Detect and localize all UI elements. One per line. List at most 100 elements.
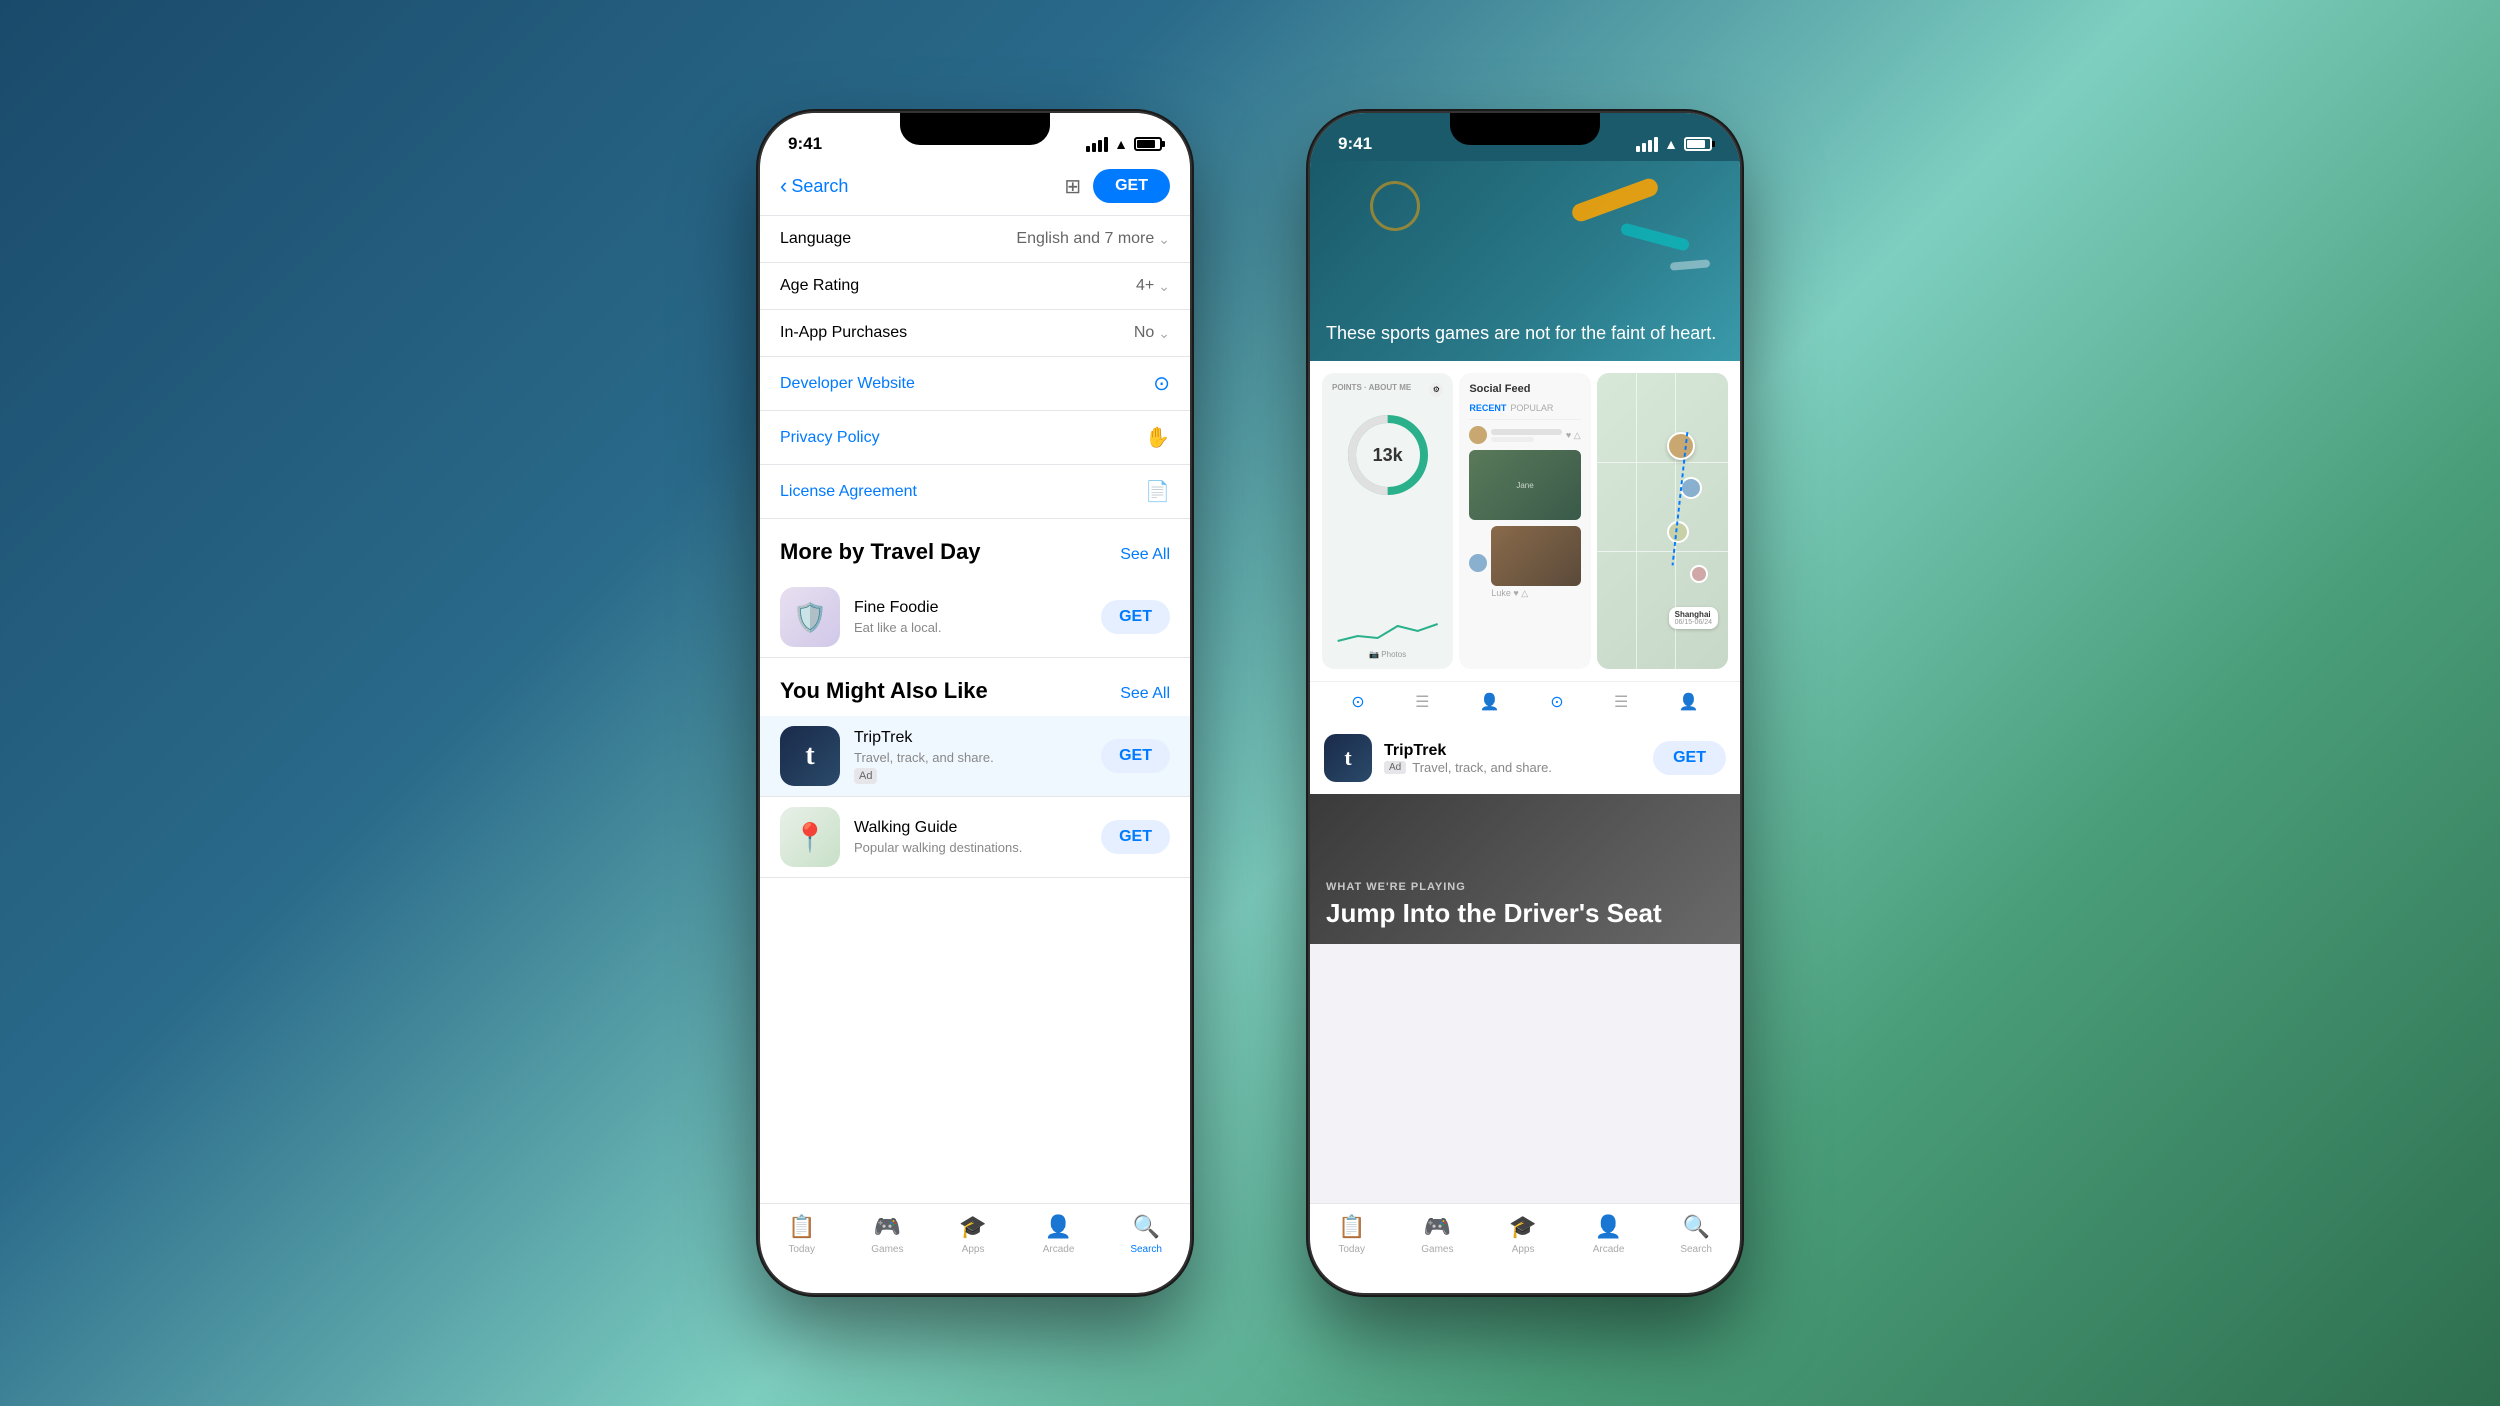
- wifi-icon-right: ▲: [1664, 136, 1678, 152]
- nav-icons: ⊞ GET: [1064, 169, 1170, 203]
- walking-guide-item: 📍 Walking Guide Popular walking destinat…: [760, 797, 1190, 878]
- wifi-icon: ▲: [1114, 136, 1128, 152]
- also-like-section: You Might Also Like See All t TripTrek T…: [760, 658, 1190, 878]
- tab-apps[interactable]: 🎓 Apps: [959, 1214, 986, 1255]
- right-apps-icon: 🎓: [1509, 1214, 1536, 1240]
- screenshot-tab-2: ☰: [1415, 692, 1429, 712]
- back-button[interactable]: ‹ Search: [780, 173, 848, 199]
- status-icons-left: ▲: [1086, 136, 1162, 152]
- today-icon: 📋: [788, 1214, 815, 1240]
- tab-today[interactable]: 📋 Today: [788, 1214, 815, 1255]
- privacy-policy-link[interactable]: Privacy Policy ✋: [760, 411, 1190, 465]
- more-see-all[interactable]: See All: [1120, 546, 1170, 564]
- chevron-icon: ⌄: [1158, 231, 1170, 248]
- right-tab-today[interactable]: 📋 Today: [1338, 1214, 1365, 1255]
- search-label: Search: [1130, 1244, 1162, 1255]
- promo-app-icon: t: [1324, 734, 1372, 782]
- arcade-icon: 👤: [1045, 1214, 1072, 1240]
- links-section: Developer Website ⊙ Privacy Policy ✋ Lic…: [760, 357, 1190, 519]
- fine-foodie-get-button[interactable]: GET: [1101, 600, 1170, 634]
- in-app-label: In-App Purchases: [780, 324, 907, 342]
- triptrek-desc: Travel, track, and share.: [854, 750, 1087, 765]
- license-agreement-link[interactable]: License Agreement 📄: [760, 465, 1190, 519]
- sport-deco-1: [1570, 176, 1661, 224]
- back-arrow-icon: ‹: [780, 173, 787, 199]
- hero-description: These sports games are not for the faint…: [1326, 322, 1716, 345]
- screenshot-frame-3: Shanghai 06/15-06/24: [1597, 373, 1728, 669]
- age-rating-row[interactable]: Age Rating 4+ ⌄: [760, 263, 1190, 310]
- right-content: These sports games are not for the faint…: [1310, 161, 1740, 1203]
- in-app-value: No ⌄: [1134, 324, 1170, 342]
- license-agreement-label: License Agreement: [780, 483, 917, 501]
- triptrek-info: TripTrek Travel, track, and share. Ad: [854, 729, 1087, 784]
- in-app-purchases-row[interactable]: In-App Purchases No ⌄: [760, 310, 1190, 357]
- age-rating-label: Age Rating: [780, 277, 859, 295]
- promo-ad-badge: Ad: [1384, 761, 1406, 774]
- sport-deco-3: [1370, 181, 1420, 231]
- right-apps-label: Apps: [1512, 1244, 1535, 1255]
- time-right: 9:41: [1338, 134, 1372, 154]
- fine-foodie-item: 🛡️ Fine Foodie Eat like a local. GET: [760, 577, 1190, 658]
- notch: [900, 113, 1050, 145]
- right-games-icon: 🎮: [1424, 1214, 1451, 1240]
- screenshot-tab-3: 👤: [1480, 692, 1500, 712]
- sport-deco-2: [1620, 222, 1691, 252]
- chevron-icon-2: ⌄: [1158, 278, 1170, 295]
- apps-icon: 🎓: [959, 1214, 986, 1240]
- fine-foodie-name: Fine Foodie: [854, 599, 1087, 617]
- walking-guide-get-button[interactable]: GET: [1101, 820, 1170, 854]
- battery-icon-right: [1684, 137, 1712, 151]
- screenshot-tab-6: 👤: [1679, 692, 1699, 712]
- chevron-icon-3: ⌄: [1158, 325, 1170, 342]
- hero-text: These sports games are not for the faint…: [1326, 322, 1716, 345]
- status-icons-right: ▲: [1636, 136, 1712, 152]
- right-tab-bar: 📋 Today 🎮 Games 🎓 Apps 👤 Arcade 🔍 Search: [1310, 1203, 1740, 1293]
- right-tab-search[interactable]: 🔍 Search: [1680, 1214, 1712, 1255]
- hand-icon: ✋: [1145, 425, 1170, 450]
- language-row[interactable]: Language English and 7 more ⌄: [760, 216, 1190, 263]
- age-rating-value: 4+ ⌄: [1136, 277, 1170, 295]
- left-tab-bar: 📋 Today 🎮 Games 🎓 Apps 👤 Arcade 🔍 Search: [760, 1203, 1190, 1293]
- notch-right: [1450, 113, 1600, 145]
- also-like-see-all[interactable]: See All: [1120, 685, 1170, 703]
- promo-ad-row: Ad Travel, track, and share.: [1384, 760, 1641, 775]
- promo-info: TripTrek Ad Travel, track, and share.: [1384, 742, 1641, 775]
- fine-foodie-icon: 🛡️: [780, 587, 840, 647]
- arcade-label: Arcade: [1043, 1244, 1075, 1255]
- promo-name: TripTrek: [1384, 742, 1641, 760]
- fine-foodie-info: Fine Foodie Eat like a local.: [854, 599, 1087, 635]
- more-section-header: More by Travel Day See All: [760, 519, 1190, 577]
- right-tab-arcade[interactable]: 👤 Arcade: [1593, 1214, 1625, 1255]
- screenshot-tab-5: ☰: [1614, 692, 1628, 712]
- games-icon: 🎮: [874, 1214, 901, 1240]
- promo-desc: Travel, track, and share.: [1412, 760, 1552, 775]
- tab-search[interactable]: 🔍 Search: [1130, 1214, 1162, 1255]
- walking-guide-name: Walking Guide: [854, 819, 1087, 837]
- fine-foodie-desc: Eat like a local.: [854, 620, 1087, 635]
- triptrek-get-button[interactable]: GET: [1101, 739, 1170, 773]
- right-today-icon: 📋: [1338, 1214, 1365, 1240]
- get-button-main[interactable]: GET: [1093, 169, 1170, 203]
- more-section: More by Travel Day See All 🛡️ Fine Foodi…: [760, 519, 1190, 658]
- right-tab-games[interactable]: 🎮 Games: [1421, 1214, 1453, 1255]
- screenshot-frame-1: POINTS · ABOUT ME ⚙ 13k: [1322, 373, 1453, 669]
- filter-icon[interactable]: ⊞: [1064, 174, 1081, 199]
- more-section-title: More by Travel Day: [780, 539, 981, 565]
- today-label: Today: [788, 1244, 815, 1255]
- tab-games[interactable]: 🎮 Games: [871, 1214, 903, 1255]
- developer-website-link[interactable]: Developer Website ⊙: [760, 357, 1190, 411]
- time-left: 9:41: [788, 134, 822, 154]
- screenshot-gallery: POINTS · ABOUT ME ⚙ 13k: [1310, 361, 1740, 681]
- right-today-label: Today: [1338, 1244, 1365, 1255]
- right-tab-apps[interactable]: 🎓 Apps: [1509, 1214, 1536, 1255]
- tab-arcade[interactable]: 👤 Arcade: [1043, 1214, 1075, 1255]
- games-label: Games: [871, 1244, 903, 1255]
- nav-header: ‹ Search ⊞ GET: [760, 161, 1190, 216]
- document-icon: 📄: [1145, 479, 1170, 504]
- signal-icon: [1086, 137, 1108, 152]
- promo-get-button[interactable]: GET: [1653, 741, 1726, 775]
- triptrek-item: t TripTrek Travel, track, and share. Ad …: [760, 716, 1190, 797]
- developer-website-label: Developer Website: [780, 375, 915, 393]
- battery-icon: [1134, 137, 1162, 151]
- walking-guide-info: Walking Guide Popular walking destinatio…: [854, 819, 1087, 855]
